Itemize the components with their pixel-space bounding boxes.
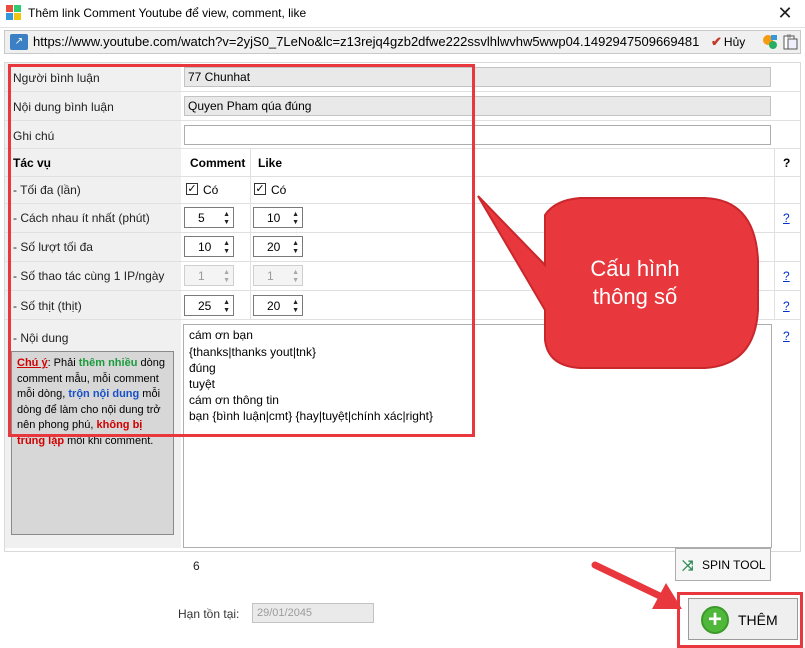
interval-help-link[interactable]: ? bbox=[783, 211, 790, 225]
template-count: 6 bbox=[193, 559, 200, 573]
checkmark-icon: ✔ bbox=[711, 34, 722, 49]
pointer-arrow bbox=[591, 561, 682, 609]
spin-tool-button[interactable]: ⤨ SPIN TOOL bbox=[675, 548, 771, 581]
url-bar: ↗ https://www.youtube.com/watch?v=2yjS0_… bbox=[4, 30, 801, 54]
expire-label: Hạn tồn tại: bbox=[178, 607, 240, 621]
callout-line: Cấu hình bbox=[590, 256, 680, 281]
cancel-label: Hủy bbox=[723, 35, 746, 49]
button-highlight-frame bbox=[677, 592, 803, 648]
url-text[interactable]: https://www.youtube.com/watch?v=2yjS0_7L… bbox=[33, 34, 699, 49]
callout-line: thông số bbox=[592, 284, 678, 309]
config-icon[interactable] bbox=[762, 34, 778, 50]
clipboard-icon[interactable] bbox=[782, 34, 798, 50]
col-divider bbox=[774, 148, 775, 319]
app-icon bbox=[6, 5, 22, 21]
cancel-button[interactable]: ✔ Hủy bbox=[711, 34, 745, 50]
close-button[interactable]: ✕ bbox=[772, 1, 798, 25]
spin-tool-label: SPIN TOOL bbox=[702, 558, 766, 572]
per-ip-help-link[interactable]: ? bbox=[783, 269, 790, 283]
link-icon: ↗ bbox=[10, 34, 28, 50]
meat-help-link[interactable]: ? bbox=[783, 299, 790, 313]
help-header: ? bbox=[783, 156, 791, 170]
callout-text: Cấu hình thông số bbox=[560, 255, 710, 311]
window-title: Thêm link Comment Youtube để view, comme… bbox=[28, 6, 307, 20]
expire-date-field: 29/01/2045 bbox=[252, 603, 374, 623]
content-help-link[interactable]: ? bbox=[783, 329, 790, 343]
highlight-frame bbox=[8, 64, 475, 437]
